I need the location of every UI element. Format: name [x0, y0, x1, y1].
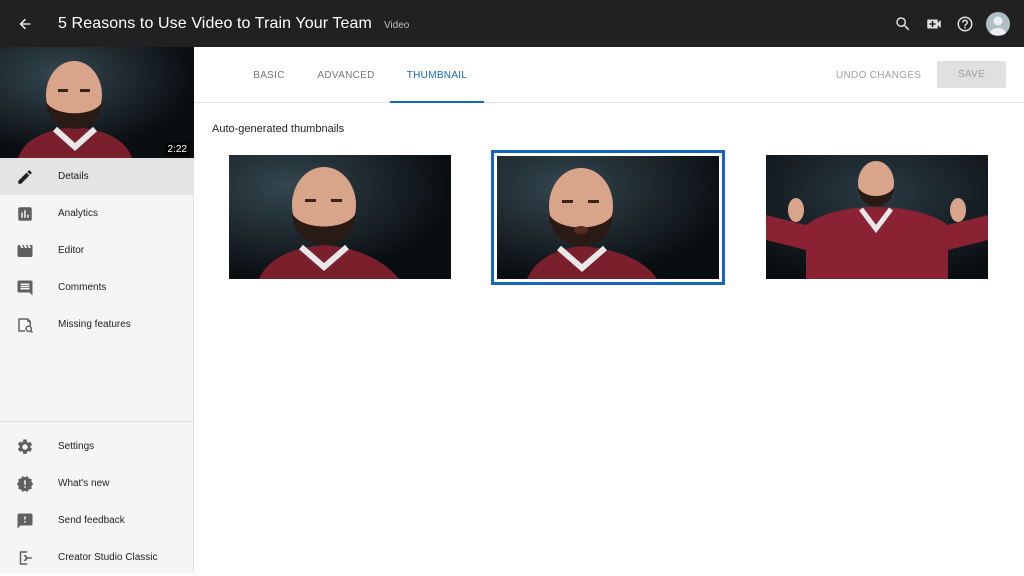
- sidebar-item-label: Send feedback: [58, 515, 125, 526]
- top-bar: 5 Reasons to Use Video to Train Your Tea…: [0, 0, 1024, 47]
- video-preview-image: [0, 47, 194, 158]
- sidebar-item-label: Missing features: [58, 319, 131, 330]
- save-button[interactable]: SAVE: [937, 61, 1006, 88]
- account-avatar[interactable]: [986, 11, 1010, 36]
- pencil-icon: [16, 168, 34, 186]
- sidebar-item-label: Editor: [58, 245, 85, 256]
- tab-bar: BASIC ADVANCED THUMBNAIL UNDO CHANGES SA…: [194, 47, 1024, 103]
- search-icon: [896, 16, 910, 30]
- sidebar-item-label: What's new: [58, 478, 110, 489]
- bar-chart-icon: [16, 205, 34, 223]
- sidebar-item-label: Details: [58, 171, 89, 182]
- user-avatar-icon: [989, 16, 1007, 35]
- sidebar-item-label: Creator Studio Classic: [58, 552, 158, 563]
- arrow-left-icon: [19, 18, 31, 29]
- back-button[interactable]: [0, 0, 50, 47]
- clapperboard-icon: [16, 242, 34, 260]
- sidebar-item-analytics[interactable]: Analytics: [0, 195, 193, 232]
- thumbnail-option-3[interactable]: [766, 155, 988, 279]
- help-icon: [957, 16, 973, 31]
- video-duration: 2:22: [164, 143, 190, 156]
- video-camera-icon: [927, 19, 941, 28]
- sidebar-item-missing-features[interactable]: Missing features: [0, 306, 193, 343]
- active-tab-indicator: [390, 101, 484, 103]
- undo-changes-button[interactable]: UNDO CHANGES: [836, 62, 921, 88]
- tab-advanced[interactable]: ADVANCED: [313, 47, 379, 103]
- sidebar-item-whats-new[interactable]: What's new: [0, 465, 194, 502]
- create-video-button[interactable]: [923, 13, 945, 35]
- sidebar-item-editor[interactable]: Editor: [0, 232, 193, 269]
- sidebar-bottom-section: Settings What's new Send feedback Creato…: [0, 421, 194, 576]
- sidebar-item-creator-studio-classic[interactable]: Creator Studio Classic: [0, 539, 194, 576]
- feedback-icon: [16, 512, 34, 530]
- thumbnail-image: [766, 155, 988, 279]
- section-heading: Auto-generated thumbnails: [212, 123, 345, 135]
- sidebar-item-send-feedback[interactable]: Send feedback: [0, 502, 194, 539]
- gear-icon: [16, 438, 34, 456]
- sidebar: 2:22 Details Analytics Editor Comments M…: [0, 47, 194, 573]
- thumbnail-option-1[interactable]: [229, 155, 451, 279]
- sidebar-item-settings[interactable]: Settings: [0, 428, 194, 465]
- alert-badge-icon: [16, 475, 34, 493]
- sidebar-item-label: Analytics: [58, 208, 99, 219]
- search-button[interactable]: [892, 13, 914, 35]
- tab-basic[interactable]: BASIC: [244, 47, 294, 103]
- exit-icon: [16, 549, 34, 567]
- tab-thumbnail[interactable]: THUMBNAIL: [390, 47, 484, 103]
- title-badge: Video: [383, 19, 410, 31]
- sidebar-item-label: Settings: [58, 441, 95, 452]
- comment-icon: [16, 279, 34, 297]
- help-button[interactable]: [954, 13, 976, 35]
- thumbnail-image: [229, 155, 451, 279]
- main-content: BASIC ADVANCED THUMBNAIL UNDO CHANGES SA…: [194, 47, 1024, 573]
- video-preview[interactable]: 2:22: [0, 47, 194, 158]
- page-title: 5 Reasons to Use Video to Train Your Tea…: [58, 14, 372, 32]
- sidebar-item-comments[interactable]: Comments: [0, 269, 193, 306]
- sidebar-item-details[interactable]: Details: [0, 158, 193, 195]
- missing-features-icon: [16, 316, 34, 334]
- thumbnail-image: [497, 156, 719, 279]
- thumbnail-option-2[interactable]: [497, 156, 719, 279]
- sidebar-item-label: Comments: [58, 282, 107, 293]
